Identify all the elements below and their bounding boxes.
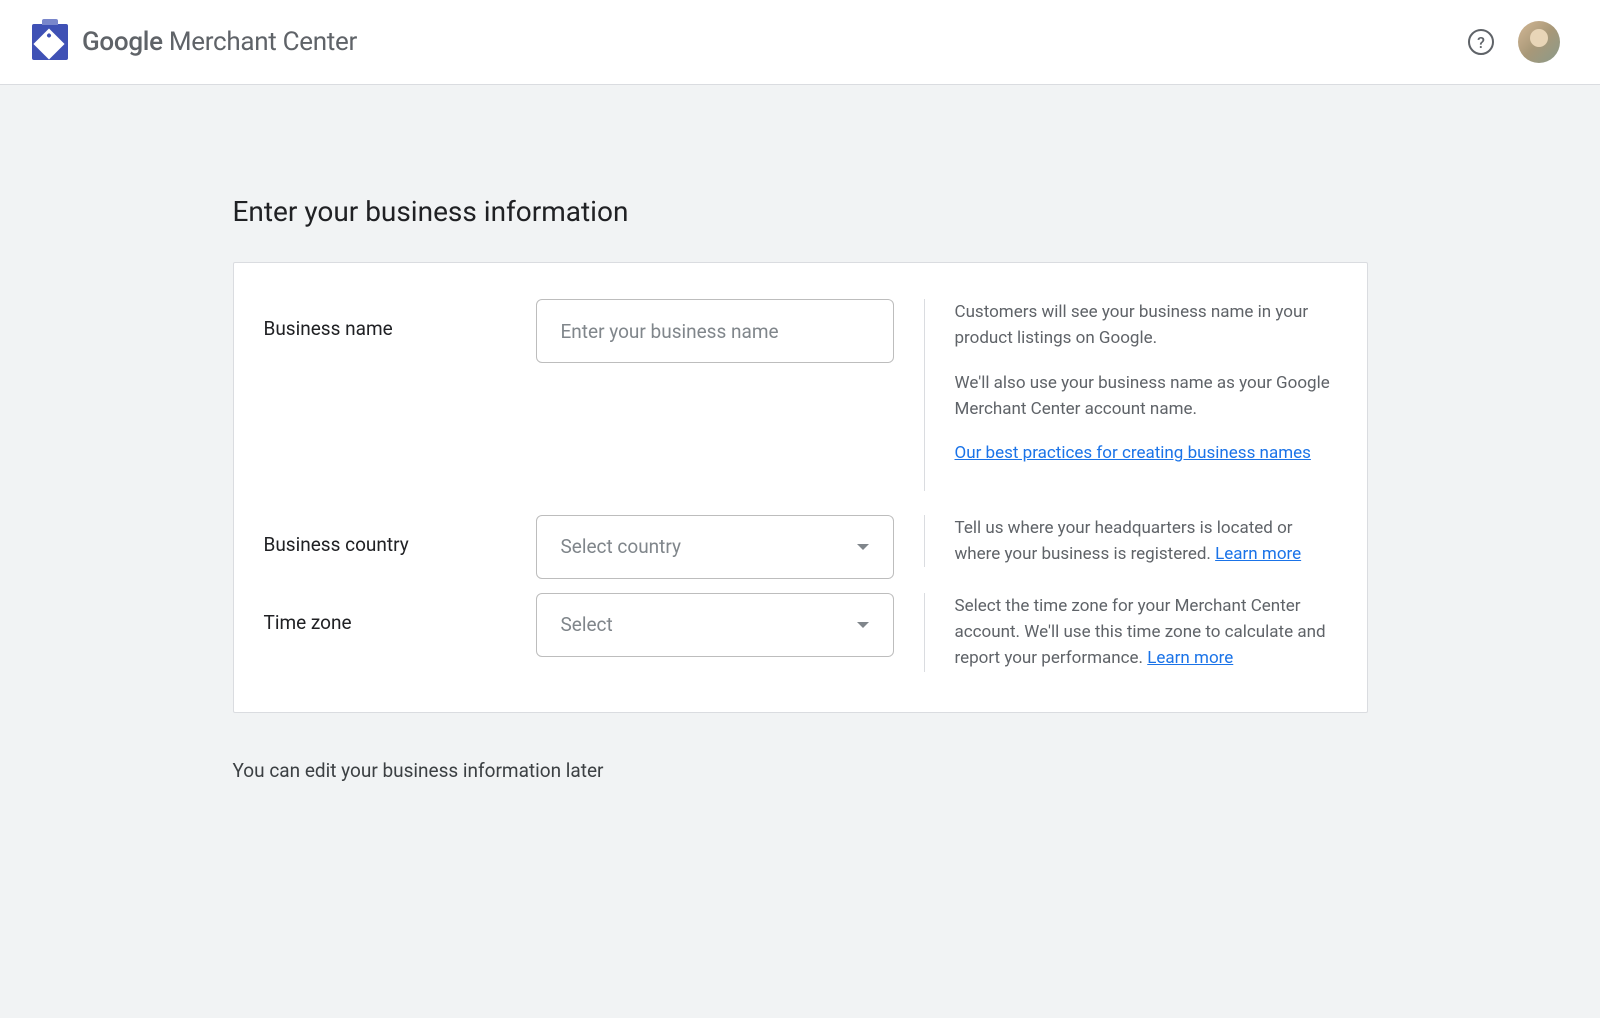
page-title: Enter your business information [233,195,1368,228]
main-container: Enter your business information Business… [233,85,1368,842]
help-business-name-p2: We'll also use your business name as you… [955,370,1337,423]
chevron-down-icon [857,544,869,550]
app-header: Google Merchant Center ? [0,0,1600,85]
label-time-zone: Time zone [264,593,536,634]
row-business-country: Business country Select country Tell us … [264,515,1337,579]
input-col-business-country: Select country [536,515,924,579]
help-icon[interactable]: ? [1468,29,1494,55]
brand-product: Merchant Center [163,27,357,57]
help-business-country: Tell us where your headquarters is locat… [924,515,1337,568]
label-business-country: Business country [264,515,536,556]
help-time-zone-text: Select the time zone for your Merchant C… [955,593,1337,672]
brand-area: Google Merchant Center [32,24,357,60]
brand-text: Google Merchant Center [82,27,357,57]
link-country-learn-more[interactable]: Learn more [1215,544,1301,564]
row-time-zone: Time zone Select Select the time zone fo… [264,593,1337,672]
link-timezone-learn-more[interactable]: Learn more [1147,648,1233,668]
help-business-name-p1: Customers will see your business name in… [955,299,1337,352]
help-business-name: Customers will see your business name in… [924,299,1337,491]
input-col-business-name [536,299,924,363]
avatar[interactable] [1518,21,1560,63]
brand-google: Google [82,27,163,57]
label-business-name: Business name [264,299,536,340]
row-business-name: Business name Customers will see your bu… [264,299,1337,491]
business-name-input[interactable] [536,299,894,363]
business-country-placeholder: Select country [561,535,682,558]
footer-note: You can edit your business information l… [233,759,1368,782]
input-col-time-zone: Select [536,593,924,657]
header-actions: ? [1468,21,1560,63]
business-country-select[interactable]: Select country [536,515,894,579]
time-zone-select[interactable]: Select [536,593,894,657]
help-business-country-text: Tell us where your headquarters is locat… [955,515,1337,568]
time-zone-placeholder: Select [561,613,613,636]
merchant-center-logo-icon [32,24,68,60]
form-card: Business name Customers will see your bu… [233,262,1368,713]
help-time-zone: Select the time zone for your Merchant C… [924,593,1337,672]
link-best-practices[interactable]: Our best practices for creating business… [955,443,1311,463]
chevron-down-icon [857,622,869,628]
